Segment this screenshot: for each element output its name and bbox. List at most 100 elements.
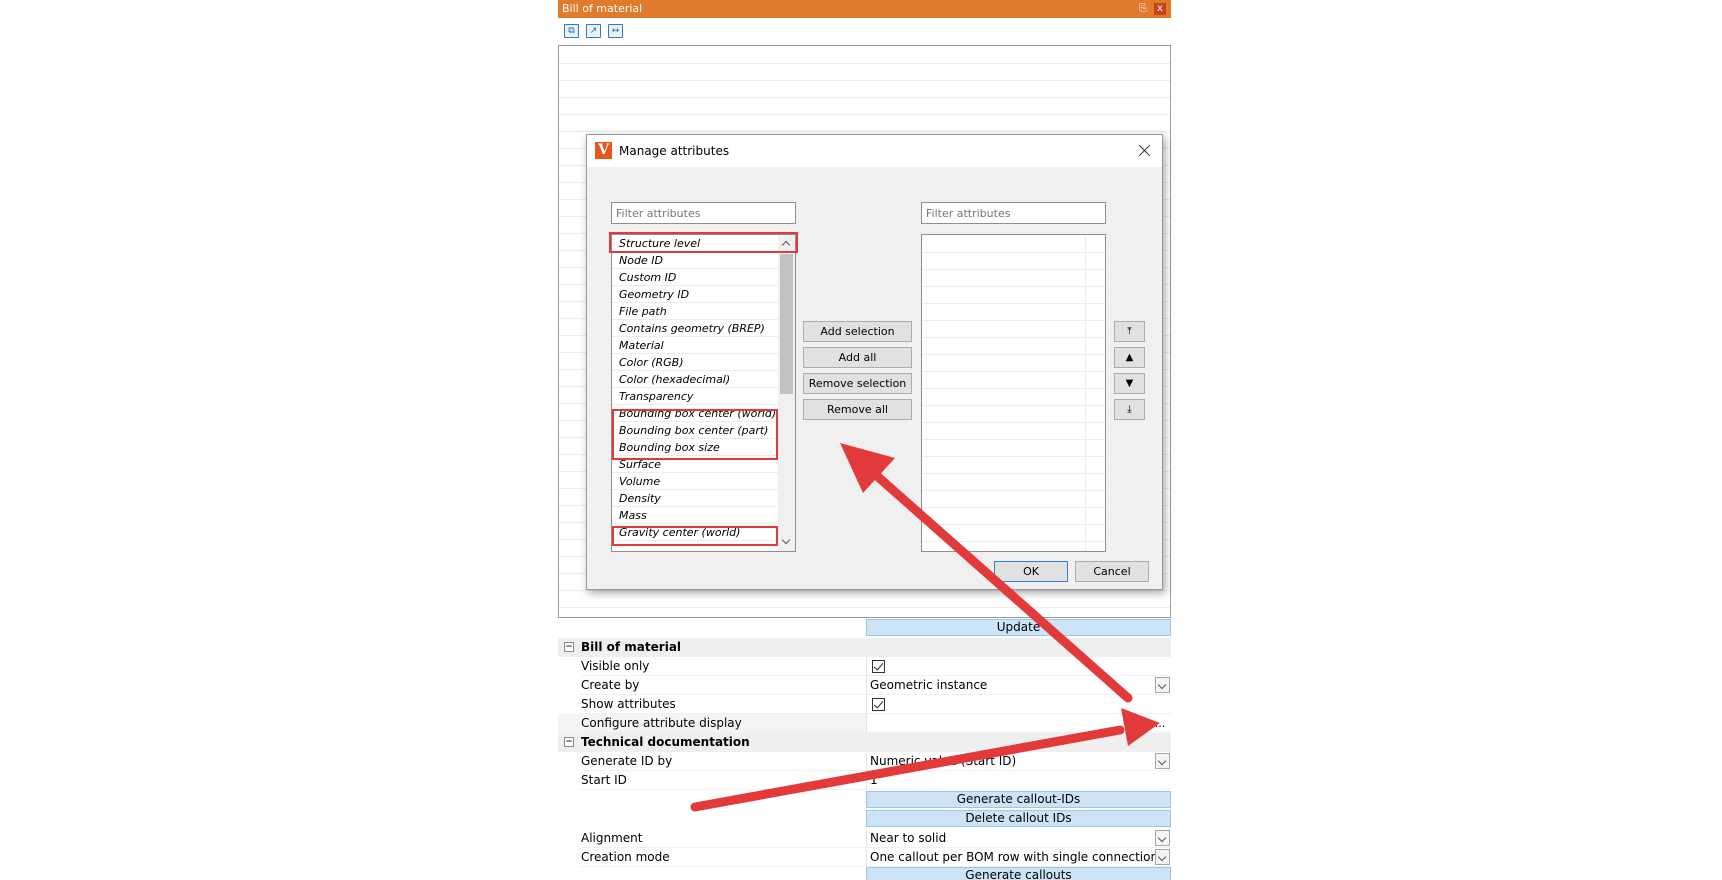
grid-row-line bbox=[559, 131, 1170, 132]
dialog-title: Manage attributes bbox=[619, 144, 730, 158]
move-down-button[interactable]: ▼ bbox=[1114, 373, 1145, 394]
row-creation-mode: Creation mode One callout per BOM row wi… bbox=[558, 848, 1171, 867]
update-button[interactable]: Update bbox=[866, 619, 1171, 636]
grid-row-line bbox=[559, 114, 1170, 115]
selected-attributes-list[interactable] bbox=[921, 234, 1106, 552]
row-start-id: Start ID 1 bbox=[558, 771, 1171, 790]
attribute-list-item[interactable]: Bounding box center (part) bbox=[612, 422, 778, 439]
scroll-up-icon[interactable] bbox=[778, 235, 795, 252]
row-divider bbox=[922, 490, 1105, 491]
attribute-list-item[interactable]: Gravity center (world) bbox=[612, 524, 778, 541]
scroll-thumb[interactable] bbox=[780, 254, 793, 394]
chevron-down-icon[interactable] bbox=[1155, 753, 1170, 769]
attribute-list-item[interactable]: File path bbox=[612, 303, 778, 320]
row-divider bbox=[922, 405, 1105, 406]
app-logo-icon: V bbox=[595, 142, 612, 159]
attribute-list-item[interactable]: Geometry ID bbox=[612, 286, 778, 303]
panel-toolbar: ⧉ ↗ ↔ bbox=[558, 18, 1171, 44]
prop-label: Generate ID by bbox=[581, 752, 887, 771]
row-visible-only: Visible only bbox=[558, 657, 1171, 676]
dialog-titlebar: V Manage attributes bbox=[587, 135, 1162, 167]
chevron-down-icon[interactable] bbox=[1155, 849, 1170, 865]
grid-row-line bbox=[559, 63, 1170, 64]
section-bill-of-material: − Bill of material bbox=[558, 638, 1171, 657]
delete-callout-ids-button[interactable]: Delete callout IDs bbox=[866, 810, 1171, 827]
generate-callout-ids-button[interactable]: Generate callout-IDs bbox=[866, 791, 1171, 808]
attribute-list-item[interactable]: Structure level bbox=[612, 235, 778, 252]
collapse-icon[interactable]: − bbox=[564, 642, 574, 652]
attribute-list-item[interactable]: Bounding box center (world) bbox=[612, 405, 778, 422]
start-id-input[interactable]: 1 bbox=[866, 771, 1171, 790]
attribute-list-item[interactable]: Mass bbox=[612, 507, 778, 524]
row-create-by: Create by Geometric instance bbox=[558, 676, 1171, 695]
row-alignment: Alignment Near to solid bbox=[558, 829, 1171, 848]
create-by-select[interactable]: Geometric instance bbox=[866, 676, 1171, 695]
move-bottom-button[interactable]: ⤓ bbox=[1114, 399, 1145, 420]
prop-label: Alignment bbox=[581, 829, 887, 848]
show-attributes-checkbox[interactable] bbox=[872, 698, 885, 711]
remove-selection-button[interactable]: Remove selection bbox=[803, 373, 912, 394]
close-icon[interactable] bbox=[1134, 140, 1156, 162]
copy-icon[interactable]: ⧉ bbox=[564, 24, 579, 38]
collapse-icon[interactable]: − bbox=[564, 737, 574, 747]
add-all-button[interactable]: Add all bbox=[803, 347, 912, 368]
alignment-select[interactable]: Near to solid bbox=[866, 829, 1171, 848]
prop-label: Configure attribute display bbox=[581, 714, 887, 733]
arrow-up-icon: ▲ bbox=[1125, 352, 1134, 363]
right-filter-input[interactable] bbox=[921, 202, 1106, 224]
attribute-list-item[interactable]: Volume bbox=[612, 473, 778, 490]
screenshot-stage: Bill of material ⎘ x ⧉ ↗ ↔ Update − Bill… bbox=[0, 0, 1722, 880]
prop-label: Create by bbox=[581, 676, 887, 695]
left-filter-input[interactable] bbox=[611, 202, 796, 224]
attribute-list-item[interactable]: Surface bbox=[612, 456, 778, 473]
arrow-down-icon: ▼ bbox=[1125, 378, 1134, 389]
scrollbar[interactable] bbox=[778, 235, 795, 551]
attribute-list-item[interactable]: Density bbox=[612, 490, 778, 507]
row-divider bbox=[922, 303, 1105, 304]
prop-value bbox=[866, 695, 1171, 714]
row-divider bbox=[922, 388, 1105, 389]
remove-all-button[interactable]: Remove all bbox=[803, 399, 912, 420]
export-icon[interactable]: ↗ bbox=[586, 24, 601, 38]
prop-label: Creation mode bbox=[581, 848, 887, 867]
attribute-list-item[interactable]: Node ID bbox=[612, 252, 778, 269]
panel-title: Bill of material bbox=[562, 2, 643, 15]
attribute-list-item[interactable]: Color (hexadecimal) bbox=[612, 371, 778, 388]
section-title: Bill of material bbox=[581, 640, 682, 654]
scroll-down-icon[interactable] bbox=[778, 534, 795, 551]
chevron-down-icon[interactable] bbox=[1155, 830, 1170, 846]
prop-label: Start ID bbox=[581, 771, 887, 790]
generate-callouts-button[interactable]: Generate callouts bbox=[866, 867, 1171, 880]
grid-row-line bbox=[559, 80, 1170, 81]
attribute-list-item[interactable]: Material bbox=[612, 337, 778, 354]
fit-columns-icon[interactable]: ↔ bbox=[608, 24, 623, 38]
section-title: Technical documentation bbox=[581, 735, 750, 749]
visible-only-checkbox[interactable] bbox=[872, 660, 885, 673]
attribute-list-item[interactable]: Bounding box size bbox=[612, 439, 778, 456]
attribute-list-item[interactable]: Color (RGB) bbox=[612, 354, 778, 371]
attribute-list-item[interactable]: Custom ID bbox=[612, 269, 778, 286]
ok-button[interactable]: OK bbox=[994, 561, 1068, 582]
available-attributes-list[interactable]: Structure level Node ID Custom ID Geometry … bbox=[611, 234, 796, 552]
generate-id-by-select[interactable]: Numeric value (Start ID) bbox=[866, 752, 1171, 771]
attribute-list-item[interactable]: Contains geometry (BREP) bbox=[612, 320, 778, 337]
move-top-button[interactable]: ⤒ bbox=[1114, 321, 1145, 342]
cancel-button[interactable]: Cancel bbox=[1075, 561, 1149, 582]
configure-attributes-button[interactable]: ... bbox=[1153, 714, 1167, 733]
row-divider bbox=[922, 422, 1105, 423]
add-selection-button[interactable]: Add selection bbox=[803, 321, 912, 342]
chevron-down-icon[interactable] bbox=[1155, 677, 1170, 693]
row-generate-id-by: Generate ID by Numeric value (Start ID) bbox=[558, 752, 1171, 771]
prop-value bbox=[866, 657, 1171, 676]
section-technical-documentation: − Technical documentation bbox=[558, 733, 1171, 752]
column-divider bbox=[1085, 235, 1086, 551]
row-divider bbox=[922, 371, 1105, 372]
pin-icon[interactable]: ⎘ bbox=[1137, 3, 1149, 15]
row-divider bbox=[922, 456, 1105, 457]
move-bottom-icon: ⤓ bbox=[1127, 404, 1132, 415]
move-up-button[interactable]: ▲ bbox=[1114, 347, 1145, 368]
attribute-list-item[interactable]: Transparency bbox=[612, 388, 778, 405]
creation-mode-select[interactable]: One callout per BOM row with single conn… bbox=[866, 848, 1171, 867]
prop-label: Show attributes bbox=[581, 695, 887, 714]
close-icon[interactable]: x bbox=[1154, 3, 1166, 15]
